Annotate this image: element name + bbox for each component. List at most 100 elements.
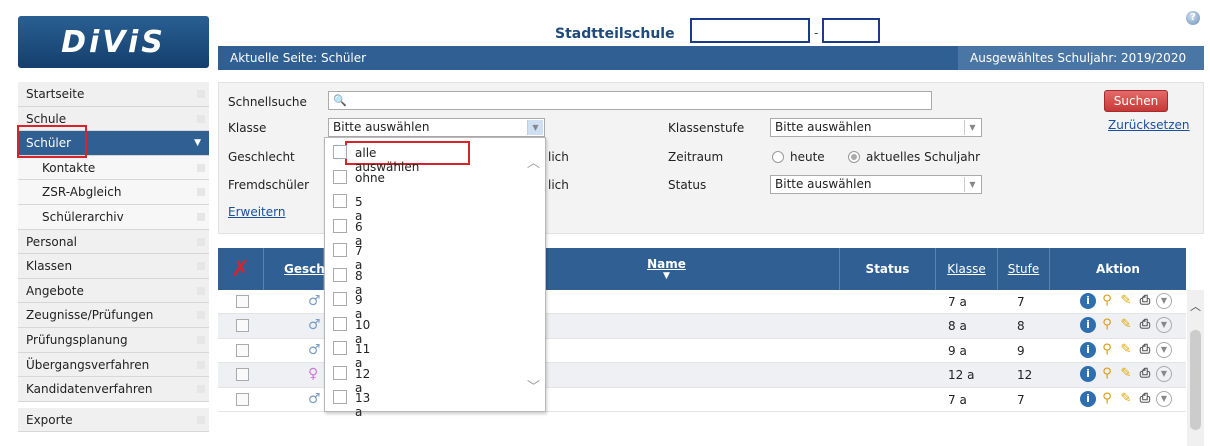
checkbox[interactable] — [333, 390, 347, 404]
row-actions: i ⚲ ✎ ⎙ ▼ — [1080, 293, 1172, 309]
klasse-cell: 9 a — [948, 343, 967, 358]
print-icon[interactable]: ⎙ — [1137, 391, 1153, 407]
checkbox[interactable] — [333, 194, 347, 208]
erweitern-link[interactable]: Erweitern — [228, 205, 285, 219]
chevron-down-icon[interactable]: ▼ — [1156, 293, 1172, 309]
edit-pencil-icon[interactable]: ✎ — [1118, 366, 1134, 382]
chevron-down-icon[interactable]: ﹀ — [527, 376, 540, 395]
checkbox[interactable] — [333, 365, 347, 380]
klasse-header[interactable]: Klasse — [936, 248, 998, 290]
checkbox[interactable] — [333, 341, 347, 355]
stufe-header[interactable]: Stufe — [998, 248, 1050, 290]
male-icon: ♂ — [308, 390, 321, 407]
deselect-all-icon[interactable]: ✗ — [218, 248, 264, 290]
sidebar-item-zeugnisse[interactable]: Zeugnisse/Prüfungen — [18, 303, 209, 328]
info-icon[interactable]: i — [1080, 317, 1096, 334]
sidebar-item-startseite[interactable]: Startseite — [18, 82, 209, 107]
suchen-button[interactable]: Suchen — [1104, 90, 1168, 112]
stufe-cell: 12 — [1017, 368, 1033, 383]
chevron-up-icon[interactable]: ︿ — [527, 152, 540, 171]
checkbox[interactable] — [333, 145, 347, 159]
sidebar-item-schuelerarchiv[interactable]: Schülerarchiv — [18, 204, 209, 230]
search-input[interactable]: 🔍 — [328, 91, 932, 110]
edit-pencil-icon[interactable]: ✎ — [1118, 391, 1134, 407]
row-checkbox[interactable] — [236, 319, 249, 333]
chevron-down-icon: ▼ — [194, 138, 201, 149]
chevron-down-icon[interactable]: ▼ — [1156, 366, 1172, 383]
klasse-dropdown-list[interactable]: alle auswählen ohne 5 a6 a7 a8 a9 a 10 a 11 … — [324, 137, 546, 419]
klasse-label: Klasse — [228, 121, 267, 135]
info-icon[interactable]: i — [1080, 293, 1096, 309]
edit-pencil-icon[interactable]: ✎ — [1118, 342, 1134, 358]
klassenstufe-label: Klassenstufe — [668, 121, 745, 135]
redaction-box — [690, 18, 810, 43]
row-actions: i ⚲ ✎ ⎙ ▼ — [1080, 366, 1172, 383]
info-icon[interactable]: i — [1080, 341, 1096, 358]
print-icon[interactable]: ⎙ — [1137, 342, 1153, 358]
row-checkbox[interactable] — [236, 343, 249, 357]
klasse-select[interactable]: Bitte auswählen ▼ — [328, 118, 545, 137]
school-year-label: Ausgewähltes Schuljahr: 2019/2020 — [958, 46, 1204, 70]
checkbox[interactable] — [333, 218, 347, 233]
row-checkbox[interactable] — [236, 295, 249, 308]
divis-logo[interactable]: DiViS — [18, 16, 209, 68]
table-scrollbar[interactable]: ︿ — [1187, 290, 1204, 446]
sidebar-item-kandidatenverfahren[interactable]: Kandidatenverfahren — [18, 377, 209, 402]
print-icon[interactable]: ⎙ — [1137, 317, 1153, 333]
row-checkbox[interactable] — [236, 368, 249, 382]
sidebar-item-angebote[interactable]: Angebote — [18, 278, 209, 304]
klassenstufe-select[interactable]: Bitte auswählen ▼ — [770, 118, 982, 137]
status-header: Status — [840, 248, 936, 290]
sidebar-item-pruefungsplanung[interactable]: Prüfungsplanung — [18, 327, 209, 353]
search-icon[interactable]: ⚲ — [1099, 293, 1115, 309]
fremd-partial-text: lich — [548, 178, 569, 192]
sidebar-item-klassen[interactable]: Klassen — [18, 254, 209, 279]
sort-down-icon: ▼ — [663, 271, 670, 281]
zeitraum-schuljahr-radio[interactable]: aktuelles Schuljahr — [848, 150, 980, 164]
chevron-down-icon[interactable]: ▼ — [1156, 341, 1172, 358]
scrollbar-thumb[interactable] — [1190, 330, 1201, 430]
sidebar-item-zsr-abgleich[interactable]: ZSR-Abgleich — [18, 180, 209, 205]
search-icon[interactable]: ⚲ — [1099, 317, 1115, 333]
print-icon[interactable]: ⎙ — [1137, 366, 1153, 382]
checkbox[interactable] — [333, 267, 347, 282]
zuruecksetzen-link[interactable]: Zurücksetzen — [1108, 118, 1190, 132]
edit-pencil-icon[interactable]: ✎ — [1118, 293, 1134, 309]
klasse-cell: 7 a — [948, 295, 967, 309]
radio-label: aktuelles Schuljahr — [866, 150, 981, 164]
male-icon: ♂ — [308, 317, 321, 334]
klasse-cell: 7 a — [948, 392, 967, 407]
row-checkbox[interactable] — [236, 392, 249, 406]
male-icon: ♂ — [308, 293, 321, 309]
chevron-down-icon[interactable]: ▼ — [1156, 390, 1172, 407]
sidebar-item-personal[interactable]: Personal — [18, 229, 209, 255]
zeitraum-heute-radio[interactable]: heute — [772, 150, 825, 164]
print-icon[interactable]: ⎙ — [1137, 293, 1153, 309]
search-icon[interactable]: ⚲ — [1099, 366, 1115, 382]
checkbox[interactable] — [333, 316, 347, 331]
name-header-label: Name — [647, 257, 686, 271]
geschlecht-label: Geschlecht — [228, 150, 295, 164]
checkbox[interactable] — [333, 292, 347, 306]
info-icon[interactable]: i — [1080, 390, 1096, 407]
checkbox[interactable] — [333, 243, 347, 257]
info-icon[interactable]: i — [1080, 366, 1096, 383]
edit-pencil-icon[interactable]: ✎ — [1118, 317, 1134, 333]
status-select[interactable]: Bitte auswählen ▼ — [770, 175, 982, 194]
gender-header[interactable]: Geschle — [264, 248, 337, 290]
row-actions: i ⚲ ✎ ⎙ ▼ — [1080, 390, 1172, 407]
search-icon[interactable]: ⚲ — [1099, 342, 1115, 358]
aktion-header: Aktion — [1096, 262, 1140, 276]
sidebar-item-exporte[interactable]: Exporte — [18, 407, 209, 433]
search-icon[interactable]: ⚲ — [1099, 391, 1115, 407]
option-label: ohne — [355, 170, 385, 185]
help-icon[interactable]: ? — [1186, 11, 1200, 25]
redaction-box — [822, 18, 880, 43]
chevron-up-icon[interactable]: ︿ — [1190, 298, 1201, 314]
checkbox[interactable] — [333, 169, 347, 184]
chevron-down-icon[interactable]: ▼ — [1156, 317, 1172, 334]
klasse-cell: 12 a — [948, 368, 975, 383]
sidebar-item-uebergangsverfahren[interactable]: Übergangsverfahren — [18, 352, 209, 378]
sidebar-item-kontakte[interactable]: Kontakte — [18, 155, 209, 181]
chevron-down-icon: ▼ — [527, 120, 543, 135]
